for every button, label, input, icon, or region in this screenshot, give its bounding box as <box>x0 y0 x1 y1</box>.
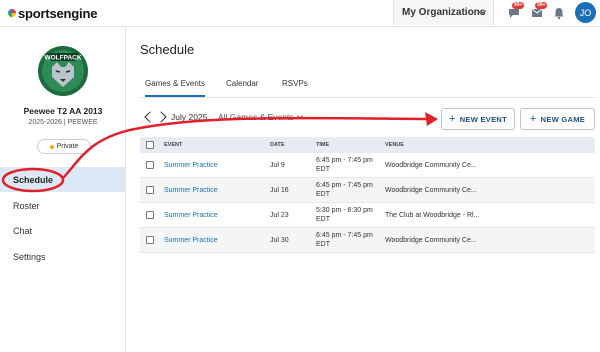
new-game-label: NEW GAME <box>540 114 586 124</box>
column-header-time[interactable]: TIME <box>316 137 329 153</box>
schedule-table: EVENT DATE TIME VENUE Summer Practice Ju… <box>140 137 595 253</box>
organizations-label: My Organizations <box>402 7 486 18</box>
bell-icon <box>554 8 564 20</box>
event-link[interactable]: Summer Practice <box>164 153 218 177</box>
sidebar-item-label: Roster <box>13 200 40 211</box>
team-name: Peewee T2 AA 2013 <box>23 106 103 116</box>
table-row[interactable]: Summer Practice Jul 23 5:30 pm - 6:30 pm… <box>140 203 595 228</box>
row-checkbox[interactable] <box>146 236 154 244</box>
event-date: Jul 23 <box>270 211 289 219</box>
next-month-icon[interactable] <box>155 111 167 123</box>
sidebar-item-roster[interactable]: Roster <box>0 193 125 218</box>
new-game-button[interactable]: + NEW GAME <box>520 108 595 130</box>
messages-badge: 99+ <box>512 2 525 9</box>
row-checkbox[interactable] <box>146 211 154 219</box>
chevron-down-icon <box>296 113 303 119</box>
event-timezone: EDT <box>316 241 330 248</box>
tab-games-events[interactable]: Games & Events <box>145 79 206 97</box>
row-checkbox[interactable] <box>146 161 154 169</box>
event-time: 6:45 pm - 7:45 pm <box>316 232 373 239</box>
sidebar-item-label: Chat <box>13 225 33 236</box>
sidebar-item-settings[interactable]: Settings <box>0 244 125 269</box>
plus-icon: + <box>529 113 537 125</box>
table-header: EVENT DATE TIME VENUE <box>140 137 595 153</box>
sidebar-item-label: Settings <box>13 251 46 262</box>
sidebar-item-label: Schedule <box>13 174 54 185</box>
status-dot-icon <box>49 144 54 149</box>
event-venue: Woodbridge Community Ce... <box>385 186 477 194</box>
tab-rsvps[interactable]: RSVPs <box>282 79 308 97</box>
event-timezone: EDT <box>316 216 330 223</box>
event-filter-dropdown[interactable]: All Games & Events <box>218 112 303 122</box>
event-link[interactable]: Summer Practice <box>164 178 218 202</box>
organizations-dropdown[interactable]: My Organizations <box>393 0 494 25</box>
sidebar-item-schedule[interactable]: Schedule <box>0 167 125 192</box>
event-timezone: EDT <box>316 166 330 173</box>
event-venue: Woodbridge Community Ce... <box>385 236 477 244</box>
annotation-arrowhead-icon <box>425 112 438 126</box>
team-season: 2025-2026 | PEEWEE <box>28 119 98 126</box>
event-link[interactable]: Summer Practice <box>164 203 218 227</box>
team-logo: WOLFPACK <box>33 39 93 99</box>
table-row[interactable]: Summer Practice Jul 16 6:45 pm - 7:45 pm… <box>140 178 595 203</box>
event-venue: Woodbridge Community Ce... <box>385 161 477 169</box>
event-date: Jul 30 <box>270 236 289 244</box>
select-all-checkbox[interactable] <box>146 141 154 149</box>
event-venue: The Club at Woodbridge - Rl... <box>385 211 480 219</box>
sidebar: WOLFPACK Peewee T2 AA 2013 2025-2026 | P… <box>0 27 126 352</box>
inbox-button[interactable]: 99+ <box>530 2 548 20</box>
privacy-badge: Private <box>37 139 91 154</box>
event-date: Jul 9 <box>270 161 285 169</box>
event-date: Jul 16 <box>270 186 289 194</box>
table-row[interactable]: Summer Practice Jul 30 6:45 pm - 7:45 pm… <box>140 228 595 253</box>
sidebar-item-chat[interactable]: Chat <box>0 218 125 243</box>
tabs-divider <box>140 97 595 98</box>
new-event-button[interactable]: + NEW EVENT <box>441 108 515 130</box>
inbox-badge: 99+ <box>535 2 548 9</box>
messages-button[interactable]: 99+ <box>507 2 525 20</box>
current-month: July 2025 <box>171 112 208 122</box>
privacy-label: Private <box>56 143 79 150</box>
event-time: 6:45 pm - 7:45 pm <box>316 157 373 164</box>
notifications-button[interactable] <box>552 6 566 20</box>
event-link[interactable]: Summer Practice <box>164 228 218 252</box>
event-timezone: EDT <box>316 191 330 198</box>
column-header-venue[interactable]: VENUE <box>385 137 404 153</box>
wolfpack-crest-icon: WOLFPACK <box>38 46 88 96</box>
event-time: 6:45 pm - 7:45 pm <box>316 182 373 189</box>
sportsengine-logo[interactable]: sportsengine <box>8 5 98 21</box>
svg-text:WOLFPACK: WOLFPACK <box>44 55 81 62</box>
page-title: Schedule <box>140 42 195 57</box>
row-checkbox[interactable] <box>146 186 154 194</box>
tab-calendar[interactable]: Calendar <box>226 79 258 97</box>
table-row[interactable]: Summer Practice Jul 9 6:45 pm - 7:45 pm E… <box>140 153 595 178</box>
event-time: 5:30 pm - 6:30 pm <box>316 207 373 214</box>
column-header-event[interactable]: EVENT <box>164 137 182 153</box>
new-event-label: NEW EVENT <box>459 114 508 124</box>
top-bar: sportsengine My Organizations 99+ 99+ JO <box>0 0 600 27</box>
column-header-date[interactable]: DATE <box>270 137 285 153</box>
plus-icon: + <box>448 113 456 125</box>
logo-mark-icon <box>8 9 16 17</box>
avatar[interactable]: JO <box>575 2 596 23</box>
previous-month-icon[interactable] <box>144 111 156 123</box>
event-filter-label: All Games & Events <box>218 112 294 122</box>
brand-name: sportsengine <box>18 5 98 21</box>
